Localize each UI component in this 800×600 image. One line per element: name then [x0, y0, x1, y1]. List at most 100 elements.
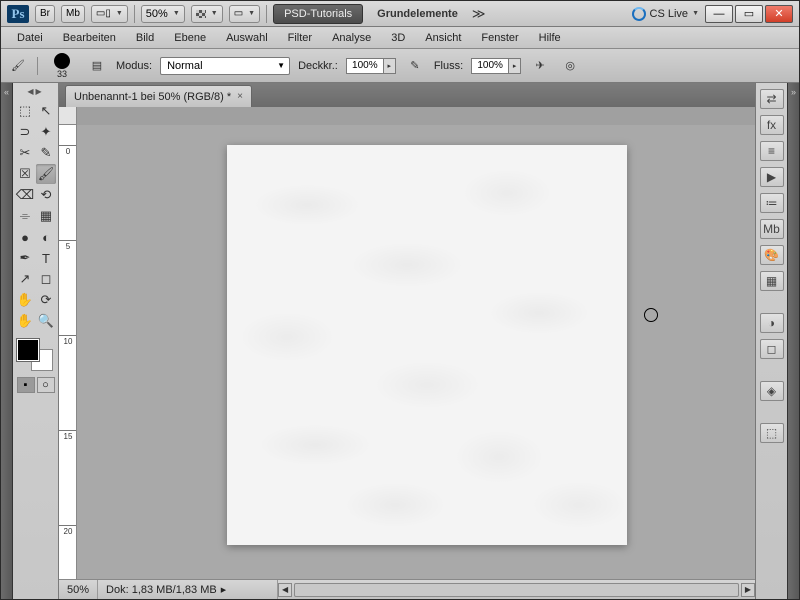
tool-healing[interactable]: ☒	[15, 164, 35, 184]
foreground-color[interactable]	[17, 339, 39, 361]
scroll-right-button[interactable]: ▶	[741, 583, 755, 597]
menu-fenster[interactable]: Fenster	[471, 29, 528, 47]
tool-marquee[interactable]: ⬚	[15, 101, 35, 121]
workspace-psd-tutorials[interactable]: PSD-Tutorials	[273, 4, 363, 24]
minibridge-button[interactable]: Mb	[61, 5, 85, 23]
menu-ansicht[interactable]: Ansicht	[415, 29, 471, 47]
tool-magic-wand[interactable]: ✦	[36, 122, 56, 142]
menu-3d[interactable]: 3D	[381, 29, 415, 47]
menu-filter[interactable]: Filter	[278, 29, 322, 47]
tool-path-select[interactable]: ↗	[15, 269, 35, 289]
menu-datei[interactable]: Datei	[7, 29, 53, 47]
scroll-left-button[interactable]: ◀	[278, 583, 292, 597]
dock-channels-icon[interactable]: ◻	[760, 339, 784, 359]
menu-ebene[interactable]: Ebene	[164, 29, 216, 47]
dock-info-icon[interactable]: ≔	[760, 193, 784, 213]
grid-icon	[196, 10, 206, 18]
tool-zoom[interactable]: 🔍	[36, 311, 56, 331]
separator	[134, 5, 135, 23]
dock-styles-icon[interactable]: fx	[760, 115, 784, 135]
fluss-label: Fluss:	[434, 60, 463, 72]
tool-text[interactable]: T	[36, 248, 56, 268]
tool-pen[interactable]: ✒	[15, 248, 35, 268]
tool-shape[interactable]: ◻	[36, 269, 56, 289]
maximize-button[interactable]: ▭	[735, 5, 763, 23]
dock-color-icon[interactable]: 🎨	[760, 245, 784, 265]
cs-live-button[interactable]: CS Live ▼	[632, 7, 699, 21]
dock-masks-icon[interactable]: ◑	[760, 313, 784, 333]
dock-actions-icon[interactable]: ▶	[760, 167, 784, 187]
tool-history-brush[interactable]: ⟲	[36, 185, 56, 205]
menu-hilfe[interactable]: Hilfe	[529, 29, 571, 47]
close-tab-icon[interactable]: ×	[237, 91, 243, 102]
tool-blur[interactable]: ●	[15, 227, 35, 247]
tool-crop[interactable]: ✂	[15, 143, 35, 163]
dock-paths-icon[interactable]: ⬚	[760, 423, 784, 443]
menu-bild[interactable]: Bild	[126, 29, 164, 47]
more-workspaces-icon[interactable]: ≫	[472, 6, 486, 22]
left-panel-collapse[interactable]: «	[1, 83, 13, 599]
layout-button[interactable]: ▭▯	[91, 5, 128, 23]
document-tab[interactable]: Unbenannt-1 bei 50% (RGB/8) * ×	[65, 85, 252, 107]
horizontal-scrollbar[interactable]	[294, 583, 739, 597]
status-zoom[interactable]: 50%	[59, 580, 98, 599]
menu-auswahl[interactable]: Auswahl	[216, 29, 278, 47]
dock-layers-icon[interactable]: ◈	[760, 381, 784, 401]
fluss-flyout[interactable]: ▸	[509, 58, 521, 74]
zoom-dropdown[interactable]: 50%	[141, 5, 185, 23]
tool-3d-rotate[interactable]: ⟳	[36, 290, 56, 310]
dock-swatches-icon[interactable]: ▦	[760, 271, 784, 291]
canvas-viewport[interactable]	[77, 125, 755, 579]
tool-brush[interactable]: 🖌	[36, 164, 56, 184]
pressure-size-icon[interactable]: ◎	[559, 55, 581, 77]
right-panel-collapse[interactable]: »	[787, 83, 799, 599]
tool-dodge[interactable]: ◐	[36, 227, 56, 247]
color-swatches[interactable]	[15, 337, 55, 373]
deckkr-input[interactable]: 100%	[346, 58, 384, 74]
canvas[interactable]	[227, 145, 627, 545]
quickmask-mode-icon[interactable]: ○	[37, 377, 55, 393]
deckkr-flyout[interactable]: ▸	[384, 58, 396, 74]
view-grid-button[interactable]	[191, 5, 223, 23]
tool-gradient[interactable]: ▦	[36, 206, 56, 226]
standard-mode-icon[interactable]: ▪	[17, 377, 35, 393]
screen-mode-button[interactable]: ▭	[229, 5, 260, 23]
dock-adjustments-icon[interactable]: ≡	[760, 141, 784, 161]
chevron-left-icon: «	[4, 87, 9, 97]
tool-stamp[interactable]: ⌫	[15, 185, 35, 205]
chevron-right-icon: »	[791, 87, 796, 97]
options-bar: 🖌 33 ▤ Modus: Normal▼ Deckkr.: 100% ▸ ✎ …	[1, 49, 799, 83]
toolbox-collapse[interactable]	[15, 87, 56, 97]
pressure-opacity-icon[interactable]: ✎	[404, 55, 426, 77]
tool-3d[interactable]: ✋	[15, 290, 35, 310]
airbrush-icon[interactable]: ✈	[529, 55, 551, 77]
status-doc-size[interactable]: Dok: 1,83 MB/1,83 MB▶	[98, 580, 278, 599]
brush-dot-icon	[54, 53, 70, 69]
status-bar: 50% Dok: 1,83 MB/1,83 MB▶ ◀ ▶	[59, 579, 755, 599]
minimize-button[interactable]: —	[705, 5, 733, 23]
workspace-grundelemente[interactable]: Grundelemente	[369, 8, 466, 20]
cs-live-icon	[632, 7, 646, 21]
dock-history-icon[interactable]: ⇄	[760, 89, 784, 109]
tool-preset-icon[interactable]: 🖌	[7, 55, 29, 77]
title-bar: Ps Br Mb ▭▯ 50% ▭ PSD-Tutorials Grundele…	[1, 1, 799, 27]
document-tab-bar: Unbenannt-1 bei 50% (RGB/8) * ×	[59, 83, 755, 107]
tool-eraser[interactable]: ⌯	[15, 206, 35, 226]
dock-minibridge-icon[interactable]: Mb	[760, 219, 784, 239]
menu-analyse[interactable]: Analyse	[322, 29, 381, 47]
ruler-origin[interactable]	[59, 107, 77, 125]
tool-move[interactable]: ↖	[36, 101, 56, 121]
tool-eyedropper[interactable]: ✎	[36, 143, 56, 163]
deckkr-label: Deckkr.:	[298, 60, 338, 72]
document-title: Unbenannt-1 bei 50% (RGB/8) *	[74, 91, 231, 103]
bridge-button[interactable]: Br	[35, 5, 55, 23]
brush-preview[interactable]: 33	[46, 53, 78, 79]
close-button[interactable]: ✕	[765, 5, 793, 23]
brush-panel-icon[interactable]: ▤	[86, 55, 108, 77]
fluss-input[interactable]: 100%	[471, 58, 509, 74]
modus-dropdown[interactable]: Normal▼	[160, 57, 290, 75]
ruler-vertical[interactable]: 05101520	[59, 125, 77, 579]
tool-lasso[interactable]: ⊃	[15, 122, 35, 142]
menu-bearbeiten[interactable]: Bearbeiten	[53, 29, 126, 47]
tool-hand[interactable]: ✋	[15, 311, 35, 331]
